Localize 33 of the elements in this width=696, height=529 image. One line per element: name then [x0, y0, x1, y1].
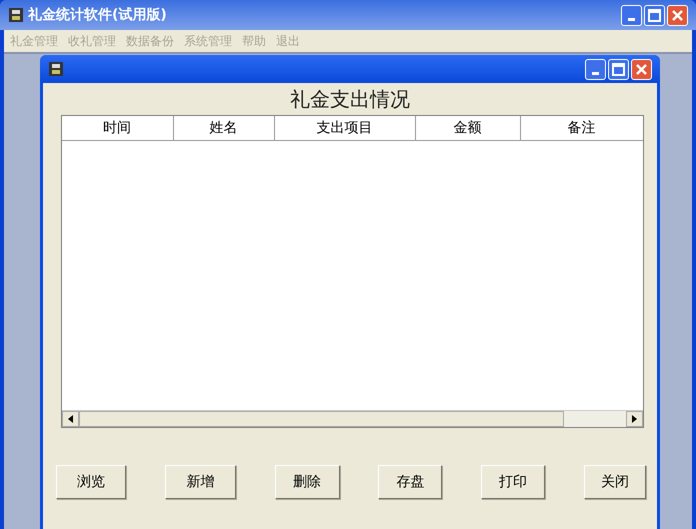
maximize-button[interactable]: [608, 58, 629, 80]
app-icon: [8, 6, 24, 24]
scroll-right-button[interactable]: [626, 411, 642, 427]
minimize-icon: [592, 72, 599, 74]
app-icon: [48, 60, 64, 78]
form-button[interactable]: 关闭: [584, 465, 646, 499]
form-button[interactable]: 打印: [481, 465, 546, 499]
column-header[interactable]: 备注: [520, 116, 642, 140]
scroll-thumb[interactable]: [78, 411, 564, 427]
window-title: 礼金统计软件(试用版): [28, 6, 167, 24]
maximize-icon: [648, 8, 661, 22]
form-button[interactable]: 浏览: [56, 465, 126, 499]
right-arrow-icon: [632, 415, 636, 423]
column-header[interactable]: 时间: [62, 116, 174, 140]
maximize-icon: [612, 62, 625, 76]
form-button[interactable]: 存盘: [378, 465, 442, 499]
maximize-button[interactable]: [644, 4, 665, 26]
close-icon: [636, 64, 647, 74]
form-heading: 礼金支出情况: [290, 86, 410, 113]
minimize-button[interactable]: [621, 4, 642, 26]
minimize-icon: [628, 18, 635, 20]
form-button[interactable]: 删除: [274, 465, 340, 499]
minimize-button[interactable]: [585, 58, 606, 80]
horizontal-scrollbar[interactable]: [62, 410, 642, 427]
scroll-left-button[interactable]: [62, 411, 78, 427]
left-arrow-icon: [68, 415, 72, 423]
column-header[interactable]: 支出项目: [274, 116, 416, 140]
column-header[interactable]: 金额: [416, 116, 520, 140]
close-icon: [672, 10, 683, 20]
close-button[interactable]: [667, 4, 688, 26]
close-button[interactable]: [631, 58, 652, 80]
column-header[interactable]: 姓名: [174, 116, 274, 140]
form-button[interactable]: 新增: [164, 465, 236, 499]
